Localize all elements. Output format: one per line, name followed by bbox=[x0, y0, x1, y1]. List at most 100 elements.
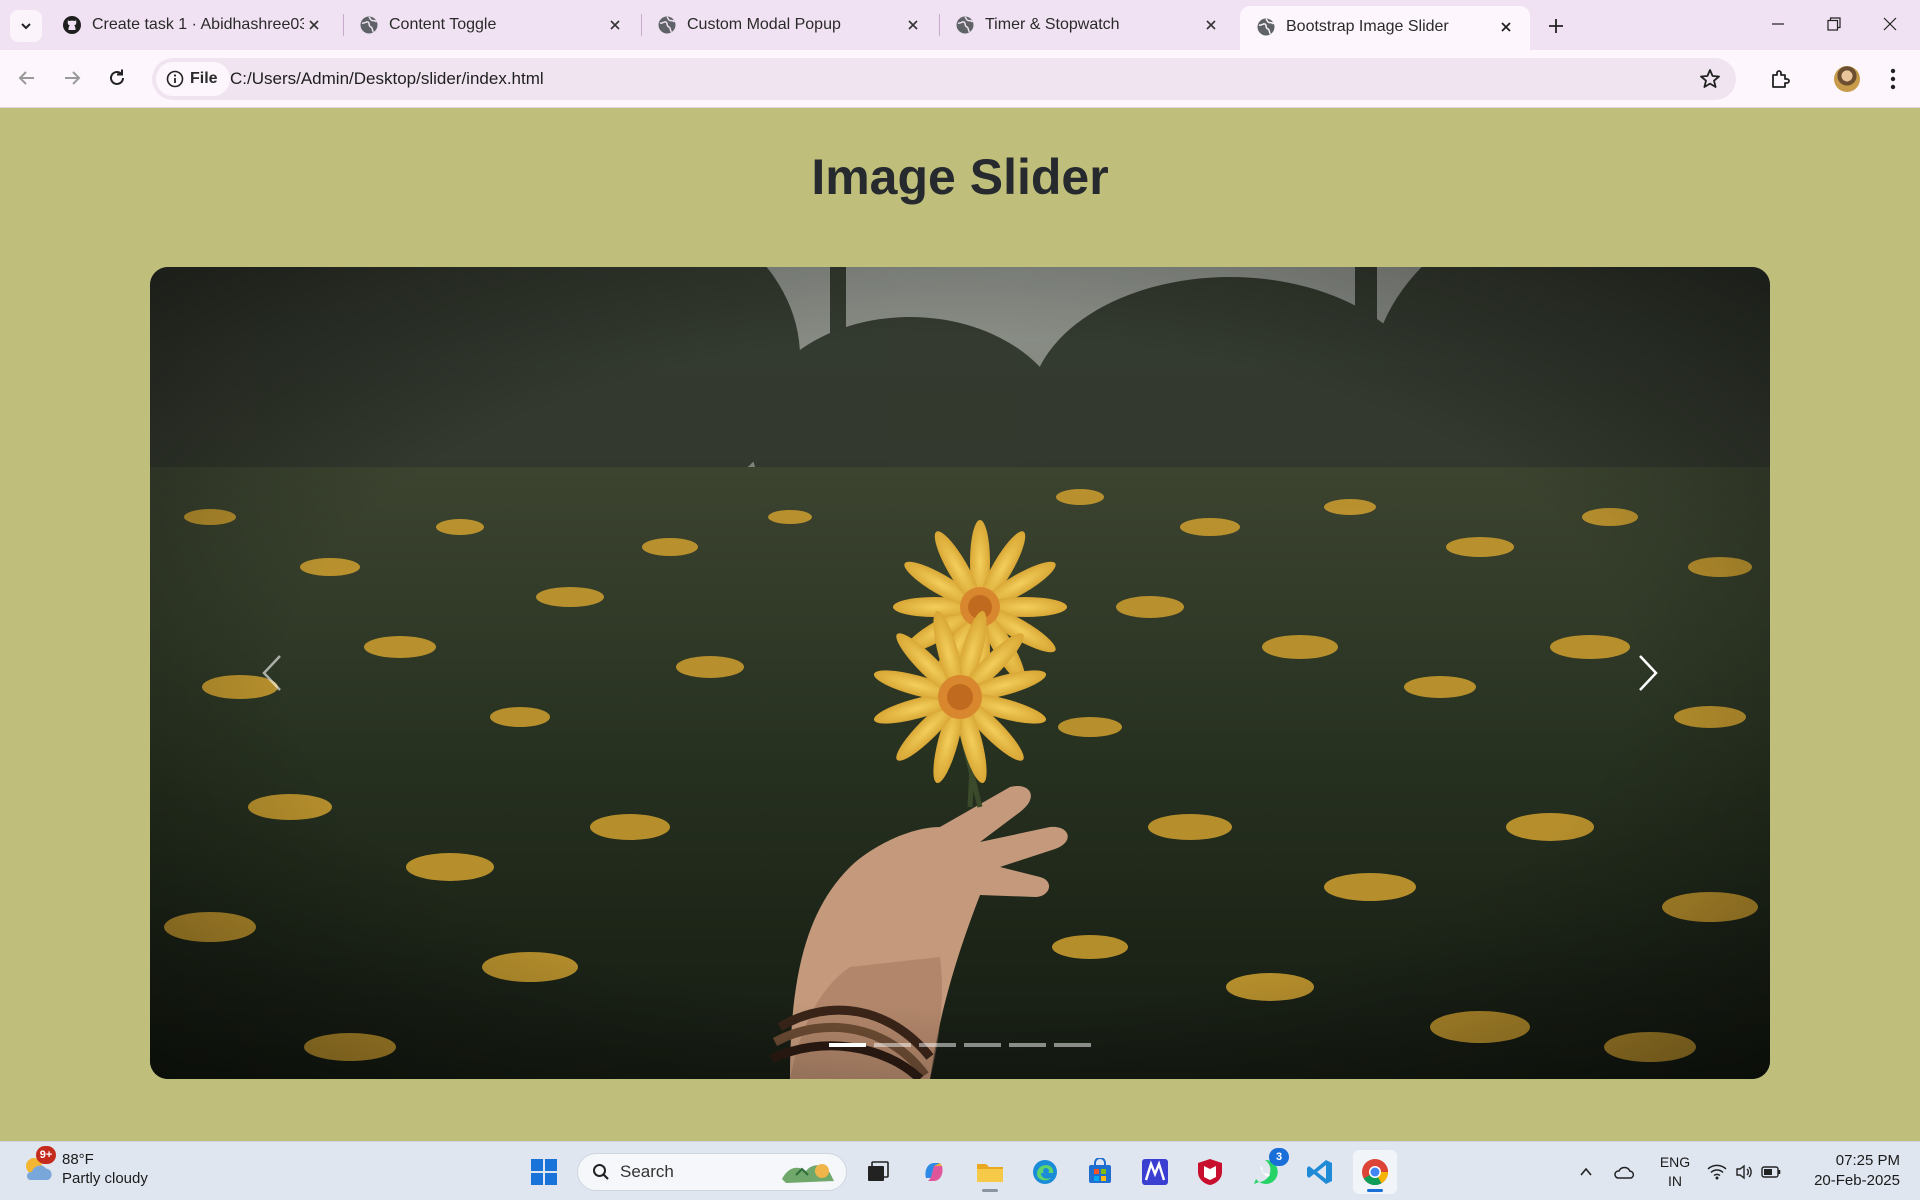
shield-icon bbox=[1198, 1159, 1222, 1185]
profile-button[interactable] bbox=[1830, 62, 1864, 96]
plus-icon bbox=[1549, 19, 1563, 33]
slide-image bbox=[150, 267, 1770, 1079]
folder-icon bbox=[977, 1164, 1003, 1182]
copilot-button[interactable] bbox=[912, 1150, 956, 1194]
menu-button[interactable] bbox=[1876, 62, 1910, 96]
store-icon bbox=[1089, 1158, 1111, 1183]
close-icon[interactable] bbox=[1496, 17, 1516, 37]
app-m-icon bbox=[1142, 1159, 1168, 1185]
new-tab-button[interactable] bbox=[1540, 10, 1572, 42]
tab-strip: Create task 1 · Abidhashree03/E Content … bbox=[0, 0, 1920, 50]
info-icon bbox=[166, 70, 184, 88]
taskbar-search[interactable]: Search bbox=[577, 1153, 847, 1191]
running-indicator bbox=[1367, 1189, 1383, 1192]
show-hidden-icons-button[interactable] bbox=[1572, 1142, 1600, 1200]
carousel-indicator-6[interactable] bbox=[1054, 1043, 1091, 1047]
whatsapp-badge: 3 bbox=[1269, 1148, 1289, 1166]
tab-title: Content Toggle bbox=[389, 16, 497, 33]
clock-date: 20-Feb-2025 bbox=[1814, 1172, 1900, 1189]
chrome-button[interactable] bbox=[1353, 1150, 1397, 1194]
url-text[interactable]: C:/Users/Admin/Desktop/slider/index.html bbox=[230, 58, 544, 100]
restore-button[interactable] bbox=[1806, 0, 1862, 48]
language-label: ENG bbox=[1659, 1153, 1691, 1170]
tab-github[interactable]: Create task 1 · Abidhashree03/E bbox=[46, 8, 338, 42]
scheme-label: File bbox=[190, 70, 218, 87]
close-icon bbox=[1883, 17, 1897, 31]
app-button[interactable] bbox=[1133, 1150, 1177, 1194]
clock-time: 07:25 PM bbox=[1835, 1152, 1900, 1169]
vscode-icon bbox=[1307, 1160, 1332, 1184]
globe-icon bbox=[360, 16, 378, 34]
edge-button[interactable] bbox=[1023, 1150, 1067, 1194]
chevron-left-icon bbox=[262, 655, 281, 691]
running-indicator bbox=[982, 1189, 998, 1192]
task-view-icon bbox=[868, 1161, 889, 1181]
image-carousel[interactable] bbox=[150, 267, 1770, 1079]
tab-timer-stopwatch[interactable]: Timer & Stopwatch bbox=[939, 8, 1235, 42]
tab-search-button[interactable] bbox=[10, 10, 42, 42]
edge-icon bbox=[1033, 1160, 1057, 1184]
carousel-indicator-4[interactable] bbox=[964, 1043, 1001, 1047]
github-icon bbox=[63, 16, 81, 34]
carousel-next-button[interactable] bbox=[1618, 638, 1678, 708]
arrow-right-icon bbox=[65, 71, 81, 85]
back-button[interactable] bbox=[9, 60, 45, 96]
browser-toolbar: File C:/Users/Admin/Desktop/slider/index… bbox=[0, 50, 1920, 108]
extensions-button[interactable] bbox=[1764, 62, 1798, 96]
copilot-icon bbox=[925, 1163, 943, 1181]
address-bar[interactable]: File C:/Users/Admin/Desktop/slider/index… bbox=[152, 58, 1736, 100]
task-view-button[interactable] bbox=[856, 1150, 900, 1194]
cloud-icon bbox=[1614, 1166, 1635, 1179]
taskbar: 9+ 88°F Partly cloudy Search 3 ENG IN 07… bbox=[0, 1141, 1920, 1200]
close-icon[interactable] bbox=[903, 15, 923, 35]
close-icon[interactable] bbox=[1201, 15, 1221, 35]
close-icon[interactable] bbox=[304, 15, 324, 35]
weather-badge: 9+ bbox=[36, 1146, 56, 1164]
puzzle-icon bbox=[1772, 70, 1790, 88]
page-title: Image Slider bbox=[811, 149, 1109, 205]
carousel-indicator-5[interactable] bbox=[1009, 1043, 1046, 1047]
forward-button[interactable] bbox=[54, 60, 90, 96]
tab-content-toggle[interactable]: Content Toggle bbox=[343, 8, 639, 42]
kebab-menu-icon bbox=[1890, 68, 1896, 90]
carousel-prev-button[interactable] bbox=[242, 638, 302, 708]
weather-condition: Partly cloudy bbox=[62, 1170, 148, 1187]
whatsapp-button[interactable]: 3 bbox=[1243, 1148, 1289, 1194]
restore-icon bbox=[1827, 17, 1841, 31]
start-button[interactable] bbox=[522, 1150, 566, 1194]
tab-custom-modal[interactable]: Custom Modal Popup bbox=[641, 8, 937, 42]
reload-icon bbox=[110, 69, 124, 85]
network-volume-battery[interactable] bbox=[1706, 1142, 1782, 1200]
minimize-button[interactable] bbox=[1750, 0, 1806, 48]
globe-icon bbox=[956, 16, 974, 34]
vscode-button[interactable] bbox=[1298, 1150, 1342, 1194]
onedrive-button[interactable] bbox=[1608, 1142, 1640, 1200]
carousel-indicator-3[interactable] bbox=[919, 1043, 956, 1047]
tab-title: Create task 1 · Abidhashree03/E bbox=[92, 16, 304, 33]
weather-widget[interactable]: 9+ 88°F Partly cloudy bbox=[20, 1146, 148, 1188]
carousel-indicators bbox=[829, 1043, 1091, 1047]
system-clock[interactable]: 07:25 PM 20-Feb-2025 bbox=[1814, 1151, 1900, 1191]
file-explorer-button[interactable] bbox=[968, 1150, 1012, 1194]
close-icon[interactable] bbox=[605, 15, 625, 35]
tab-bootstrap-image-slider[interactable]: Bootstrap Image Slider bbox=[1240, 6, 1530, 50]
close-window-button[interactable] bbox=[1862, 0, 1918, 48]
globe-icon bbox=[658, 16, 676, 34]
arrow-left-icon bbox=[18, 71, 34, 85]
chevron-right-icon bbox=[1639, 655, 1658, 691]
avatar bbox=[1834, 66, 1860, 92]
carousel-indicator-2[interactable] bbox=[874, 1043, 911, 1047]
mcafee-button[interactable] bbox=[1188, 1150, 1232, 1194]
bookmark-star-icon[interactable] bbox=[1698, 67, 1722, 96]
volume-icon bbox=[1736, 1164, 1752, 1179]
wifi-icon bbox=[1707, 1164, 1727, 1179]
language-indicator[interactable]: ENG IN bbox=[1652, 1142, 1698, 1200]
carousel-indicator-1[interactable] bbox=[829, 1043, 866, 1047]
site-info-chip[interactable]: File bbox=[156, 62, 230, 96]
store-button[interactable] bbox=[1078, 1150, 1122, 1194]
tab-title: Bootstrap Image Slider bbox=[1286, 18, 1449, 35]
search-highlight-icon bbox=[782, 1164, 834, 1183]
reload-button[interactable] bbox=[99, 60, 135, 96]
minimize-icon bbox=[1772, 23, 1784, 25]
globe-icon bbox=[1257, 18, 1275, 36]
